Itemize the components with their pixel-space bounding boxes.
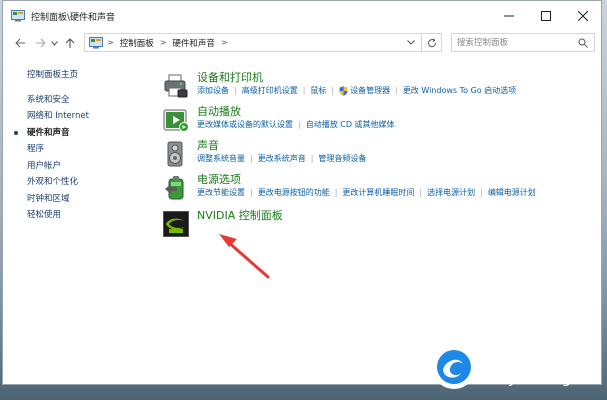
control-panel-icon [11, 10, 25, 22]
category-title[interactable]: NVIDIA 控制面板 [197, 209, 593, 223]
chevron-down-icon[interactable] [407, 40, 415, 45]
chevron-down-icon [50, 40, 58, 46]
category-title[interactable]: 电源选项 [197, 173, 593, 187]
window-title: 控制面板\硬件和声音 [31, 12, 116, 23]
link-manage-audio-devices[interactable]: 管理音频设备 [318, 153, 366, 165]
watermark-url: heiyunxitong.com [489, 374, 600, 387]
link-edit-power-plan[interactable]: 编辑电源计划 [488, 187, 536, 199]
link-windows-to-go[interactable]: 更改 Windows To Go 启动选项 [403, 85, 516, 97]
back-arrow-icon [14, 38, 25, 48]
watermark-name: 黑云系统 [489, 346, 589, 374]
printer-icon[interactable] [163, 73, 189, 99]
link-sleep-time[interactable]: 更改计算机睡眠时间 [342, 187, 414, 199]
autoplay-icon[interactable] [163, 107, 189, 133]
link-choose-power-plan[interactable]: 选择电源计划 [427, 187, 475, 199]
battery-icon[interactable] [163, 175, 189, 201]
breadcrumb-hardware-sound[interactable]: 硬件和声音 [172, 37, 215, 49]
link-mouse[interactable]: 鼠标 [310, 85, 326, 97]
forward-button[interactable] [31, 34, 49, 52]
refresh-icon [427, 37, 436, 47]
sidebar-item-ease-of-access[interactable]: 轻松使用 [3, 207, 153, 224]
back-button[interactable] [11, 34, 29, 52]
search-input[interactable] [452, 36, 577, 49]
link-power-saving[interactable]: 更改节能设置 [197, 187, 245, 199]
sidebar: 控制面板主页 系统和安全 网络和 Internet 硬件和声音 程序 用户帐户 … [3, 67, 153, 224]
category-title[interactable]: 声音 [197, 139, 593, 153]
breadcrumb-separator[interactable]: > [160, 38, 167, 47]
recent-locations-button[interactable] [49, 34, 59, 52]
link-power-button[interactable]: 更改电源按钮的功能 [258, 187, 330, 199]
address-bar[interactable]: > 控制面板 > 硬件和声音 > [84, 33, 422, 52]
speaker-icon[interactable] [163, 141, 189, 167]
sidebar-item-appearance[interactable]: 外观和个性化 [3, 174, 153, 191]
up-button[interactable] [61, 34, 79, 52]
link-adjust-volume[interactable]: 调整系统音量 [197, 153, 245, 165]
sidebar-item-clock-region[interactable]: 时钟和区域 [3, 191, 153, 208]
breadcrumb-separator[interactable]: > [107, 38, 114, 47]
link-advanced-printer-setup[interactable]: 高级打印机设置 [242, 85, 298, 97]
maximize-button[interactable] [527, 1, 564, 31]
search-box[interactable] [451, 33, 595, 52]
category-list: 设备和打印机 添加设备 | 高级打印机设置 | 鼠标 | 设备管理器 | 更改 … [163, 71, 593, 243]
category-nvidia-control-panel: NVIDIA 控制面板 [163, 209, 593, 243]
category-autoplay: 自动播放 更改媒体或设备的默认设置 | 自动播放 CD 或其他媒体 [163, 105, 593, 139]
close-icon [577, 11, 588, 21]
category-sound: 声音 调整系统音量 | 更改系统声音 | 管理音频设备 [163, 139, 593, 173]
refresh-button[interactable] [422, 33, 442, 52]
category-devices-printers: 设备和打印机 添加设备 | 高级打印机设置 | 鼠标 | 设备管理器 | 更改 … [163, 71, 593, 105]
link-default-media-settings[interactable]: 更改媒体或设备的默认设置 [197, 119, 293, 131]
close-button[interactable] [564, 1, 601, 31]
link-autoplay-cd[interactable]: 自动播放 CD 或其他媒体 [306, 119, 395, 131]
link-add-device[interactable]: 添加设备 [197, 85, 229, 97]
watermark: 黑云系统 heiyunxitong.com [427, 336, 607, 400]
sidebar-item-programs[interactable]: 程序 [3, 141, 153, 158]
sidebar-item-home[interactable]: 控制面板主页 [3, 67, 153, 84]
sidebar-item-system-security[interactable]: 系统和安全 [3, 92, 153, 109]
sidebar-item-user-accounts[interactable]: 用户帐户 [3, 158, 153, 175]
sidebar-item-hardware-sound[interactable]: 硬件和声音 [3, 125, 153, 142]
minimize-icon [503, 15, 514, 17]
title-bar: 控制面板\硬件和声音 [3, 1, 601, 31]
search-icon[interactable] [578, 38, 588, 48]
breadcrumb-control-panel[interactable]: 控制面板 [120, 37, 154, 49]
watermark-logo-icon [432, 345, 476, 389]
forward-arrow-icon [35, 38, 46, 48]
breadcrumb-separator[interactable]: > [221, 38, 228, 47]
control-panel-window: 控制面板\硬件和声音 > 控制面板 > 硬件和声音 > 搜索控制面板 控制面板主… [2, 0, 602, 385]
link-change-system-sounds[interactable]: 更改系统声音 [258, 153, 306, 165]
category-title[interactable]: 设备和打印机 [197, 71, 593, 85]
uac-shield-icon [339, 86, 348, 96]
nvidia-icon[interactable] [163, 211, 189, 237]
up-arrow-icon [65, 37, 75, 48]
sidebar-item-network-internet[interactable]: 网络和 Internet [3, 108, 153, 125]
navigation-bar: > 控制面板 > 硬件和声音 > [3, 31, 601, 55]
control-panel-icon [89, 36, 103, 48]
category-power-options: 电源选项 更改节能设置 | 更改电源按钮的功能 | 更改计算机睡眠时间 | 选择… [163, 173, 593, 207]
link-device-manager[interactable]: 设备管理器 [350, 85, 390, 97]
minimize-button[interactable] [490, 1, 527, 31]
maximize-icon [540, 11, 551, 21]
category-title[interactable]: 自动播放 [197, 105, 593, 119]
